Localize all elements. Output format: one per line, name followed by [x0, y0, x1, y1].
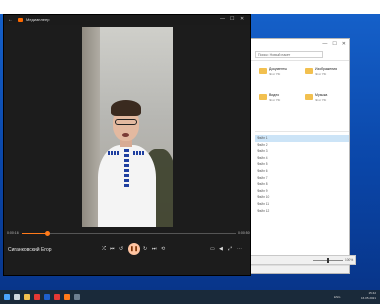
current-time: 0:00:16: [7, 231, 19, 235]
folder-name: Изображения: [315, 67, 337, 71]
video-shirt-embroidery: [133, 151, 145, 155]
explorer-status-bar: [235, 265, 349, 273]
list-item[interactable]: Файл 8: [255, 181, 349, 188]
list-item[interactable]: Файл 5: [255, 161, 349, 168]
media-player-icon[interactable]: [64, 294, 70, 300]
list-item[interactable]: Файл 6: [255, 168, 349, 175]
address-bar[interactable]: Поиск: Новый пакет: [255, 51, 323, 58]
folder-location: Этот ПК: [269, 72, 281, 76]
maximize-button[interactable]: ☐: [332, 41, 336, 47]
zoom-slider-thumb[interactable]: [327, 258, 329, 263]
minimize-button[interactable]: —: [220, 16, 225, 22]
folder-name: Видео: [269, 93, 280, 97]
screen: — ☐ ✕ ‹ › Поиск: Новый пакет Документы Э…: [0, 0, 380, 304]
folder-item[interactable]: Изображения Этот ПК: [305, 67, 349, 85]
word-icon[interactable]: [44, 294, 50, 300]
list-item[interactable]: Файл 2: [255, 142, 349, 149]
list-item[interactable]: Файл 9: [255, 188, 349, 195]
clock[interactable]: 15:42 16.05.2021: [361, 291, 376, 301]
player-titlebar: ← Медиаплеер — ☐ ✕: [4, 15, 250, 25]
video-frame[interactable]: [82, 27, 173, 227]
folder-item[interactable]: Музыка Этот ПК: [305, 93, 349, 111]
seek-bar[interactable]: [22, 233, 236, 234]
folder-icon: [305, 68, 313, 74]
folder-location: Этот ПК: [315, 72, 327, 76]
taskbar: ENG 15:42 16.05.2021: [0, 290, 380, 304]
folder-location: Этот ПК: [315, 98, 327, 102]
list-item[interactable]: Файл 12: [255, 208, 349, 215]
media-title: Сиганковский Егор: [8, 247, 52, 253]
video-shirt-embroidery: [108, 151, 120, 155]
miniplayer-icon[interactable]: ▭: [210, 246, 215, 252]
close-button[interactable]: ✕: [342, 41, 346, 47]
list-item[interactable]: Файл 1: [255, 135, 349, 142]
previous-icon[interactable]: ⏮: [110, 246, 115, 252]
app-icon[interactable]: [54, 294, 60, 300]
divider: [255, 131, 349, 132]
folder-name: Документы: [269, 67, 288, 71]
folder-location: Этот ПК: [269, 98, 281, 102]
window-title: Медиаплеер: [26, 17, 50, 22]
search-icon[interactable]: [14, 294, 20, 300]
list-item[interactable]: Файл 3: [255, 148, 349, 155]
fullscreen-icon[interactable]: ⤢: [228, 246, 232, 252]
folder-icon: [259, 94, 267, 100]
more-options-icon[interactable]: ⋯: [237, 246, 242, 252]
video-shirt-embroidery: [124, 149, 129, 189]
folder-icon[interactable]: [24, 294, 30, 300]
keyboard-language[interactable]: ENG: [334, 295, 341, 299]
list-item[interactable]: Файл 11: [255, 201, 349, 208]
app-icon[interactable]: [74, 294, 80, 300]
list-item[interactable]: Файл 10: [255, 194, 349, 201]
seek-bar-progress: [22, 233, 48, 234]
maximize-button[interactable]: ☐: [230, 16, 234, 22]
rewind-icon[interactable]: ↺: [119, 246, 123, 252]
shuffle-icon[interactable]: ⤮: [102, 246, 106, 252]
folder-grid: Документы Этот ПК Изображения Этот ПК Ви…: [259, 67, 349, 127]
folder-item[interactable]: Документы Этот ПК: [259, 67, 303, 85]
explorer-nav-bar: ‹ › Поиск: Новый пакет: [235, 49, 349, 61]
volume-icon[interactable]: ◀: [219, 246, 223, 252]
folder-icon: [259, 68, 267, 74]
next-icon[interactable]: ⏭: [152, 246, 157, 252]
recent-files-list: Файл 1 Файл 2 Файл 3 Файл 4 Файл 5 Файл …: [255, 135, 349, 214]
seek-bar-thumb[interactable]: [45, 231, 51, 236]
video-person-mouth: [122, 133, 129, 137]
list-item[interactable]: Файл 7: [255, 175, 349, 182]
close-button[interactable]: ✕: [240, 16, 244, 22]
media-player-window: ← Медиаплеер — ☐ ✕ 0:00:16 0:00:50 Сиган…: [3, 14, 251, 276]
start-icon[interactable]: [4, 294, 10, 300]
folder-icon: [305, 94, 313, 100]
zoom-level: 100%: [345, 258, 354, 262]
video-person-hair: [111, 100, 141, 116]
file-explorer-window: — ☐ ✕ ‹ › Поиск: Новый пакет Документы Э…: [234, 38, 350, 274]
folder-name: Музыка: [315, 93, 328, 97]
list-item[interactable]: Файл 4: [255, 155, 349, 162]
browser-icon[interactable]: [34, 294, 40, 300]
repeat-icon[interactable]: ⟲: [161, 246, 165, 252]
total-time: 0:00:50: [238, 231, 250, 235]
minimize-button[interactable]: —: [322, 41, 327, 47]
video-person-glasses: [115, 119, 137, 125]
back-arrow-icon[interactable]: ←: [8, 17, 13, 23]
folder-item[interactable]: Видео Этот ПК: [259, 93, 303, 111]
explorer-titlebar: — ☐ ✕: [235, 39, 349, 49]
media-player-app-icon: [18, 18, 23, 22]
pause-button[interactable]: ❚❚: [128, 243, 140, 255]
forward-icon[interactable]: ↻: [143, 246, 147, 252]
